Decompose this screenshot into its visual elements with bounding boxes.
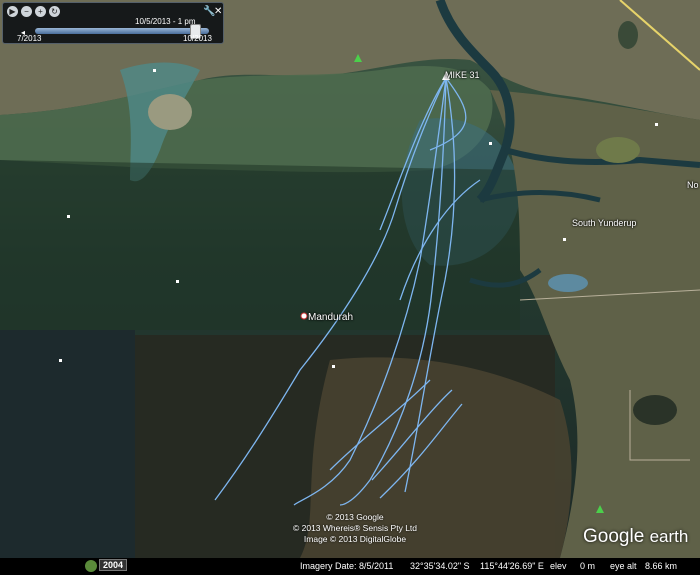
credit-line: © 2013 Google [326,512,384,522]
historical-imagery-icon[interactable] [85,560,97,572]
longitude-readout: 115°44'26.69" E [480,561,544,571]
place-label-mandurah: Mandurah [308,312,354,323]
imagery-date: Imagery Date: 8/5/2011 [300,561,394,571]
attribution: © 2013 Google © 2013 Whereis® Sensis Pty… [260,512,450,545]
year-badge[interactable]: 2004 [99,559,128,571]
close-icon[interactable]: ✕ [214,6,222,17]
latitude-readout: 32°35'34.02" S [410,561,470,571]
zoom-in-icon[interactable]: + [35,6,46,17]
range-end-label: 10/2013 [183,34,212,43]
satellite-map[interactable] [0,0,700,575]
place-label-mike31: MIKE 31 [445,70,480,80]
elev-value: 0 m [580,561,596,571]
eye-alt-label: eye alt [610,561,637,571]
play-icon[interactable]: ▶ [7,6,18,17]
eye-alt-value: 8.66 km [645,561,678,571]
status-bar: 2004 Imagery Date: 8/5/2011 32°35'34.02"… [0,558,700,575]
current-time-label: 10/5/2013 - 1 pm [135,17,196,26]
place-label-south-yunderup: South Yunderup [572,218,637,228]
google-earth-logo: Google earth [583,526,689,547]
mandurah-marker[interactable] [300,312,308,320]
elev-label: elev [550,561,567,571]
credit-line: Image © 2013 DigitalGlobe [303,534,407,544]
zoom-out-icon[interactable]: − [21,6,32,17]
time-slider-panel: ▶ − + ↻ 10/5/2013 - 1 pm 🔧 ✕ ◂ 7/2013 10… [2,2,224,44]
place-label-no: No [687,180,699,190]
range-start-label: 7/2013 [17,34,42,43]
loop-icon[interactable]: ↻ [49,6,60,17]
credit-line: © 2013 Whereis® Sensis Pty Ltd [292,523,418,533]
